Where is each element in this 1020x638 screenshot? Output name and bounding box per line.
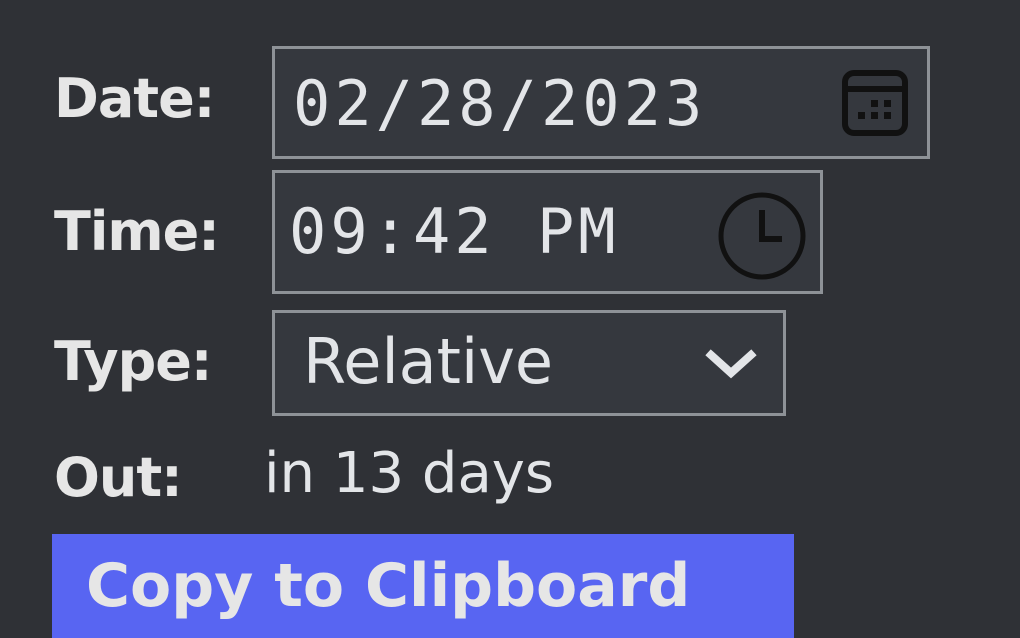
- copy-to-clipboard-button[interactable]: Copy to Clipboard: [52, 534, 794, 638]
- date-label: Date:: [54, 67, 215, 130]
- type-select[interactable]: Relative: [272, 310, 786, 416]
- date-input[interactable]: 02/28/2023: [272, 46, 930, 159]
- out-label: Out:: [54, 446, 183, 509]
- time-label: Time:: [54, 200, 220, 263]
- type-selected-value: Relative: [303, 325, 554, 398]
- date-value: 02/28/2023: [293, 67, 707, 140]
- clock-icon[interactable]: [715, 189, 809, 287]
- time-value: 09:42 PM: [289, 195, 620, 268]
- output-value: in 13 days: [264, 441, 555, 506]
- type-label: Type:: [54, 330, 213, 393]
- time-input[interactable]: 09:42 PM: [272, 170, 823, 294]
- calendar-icon[interactable]: [841, 67, 909, 141]
- chevron-down-icon[interactable]: [705, 347, 757, 385]
